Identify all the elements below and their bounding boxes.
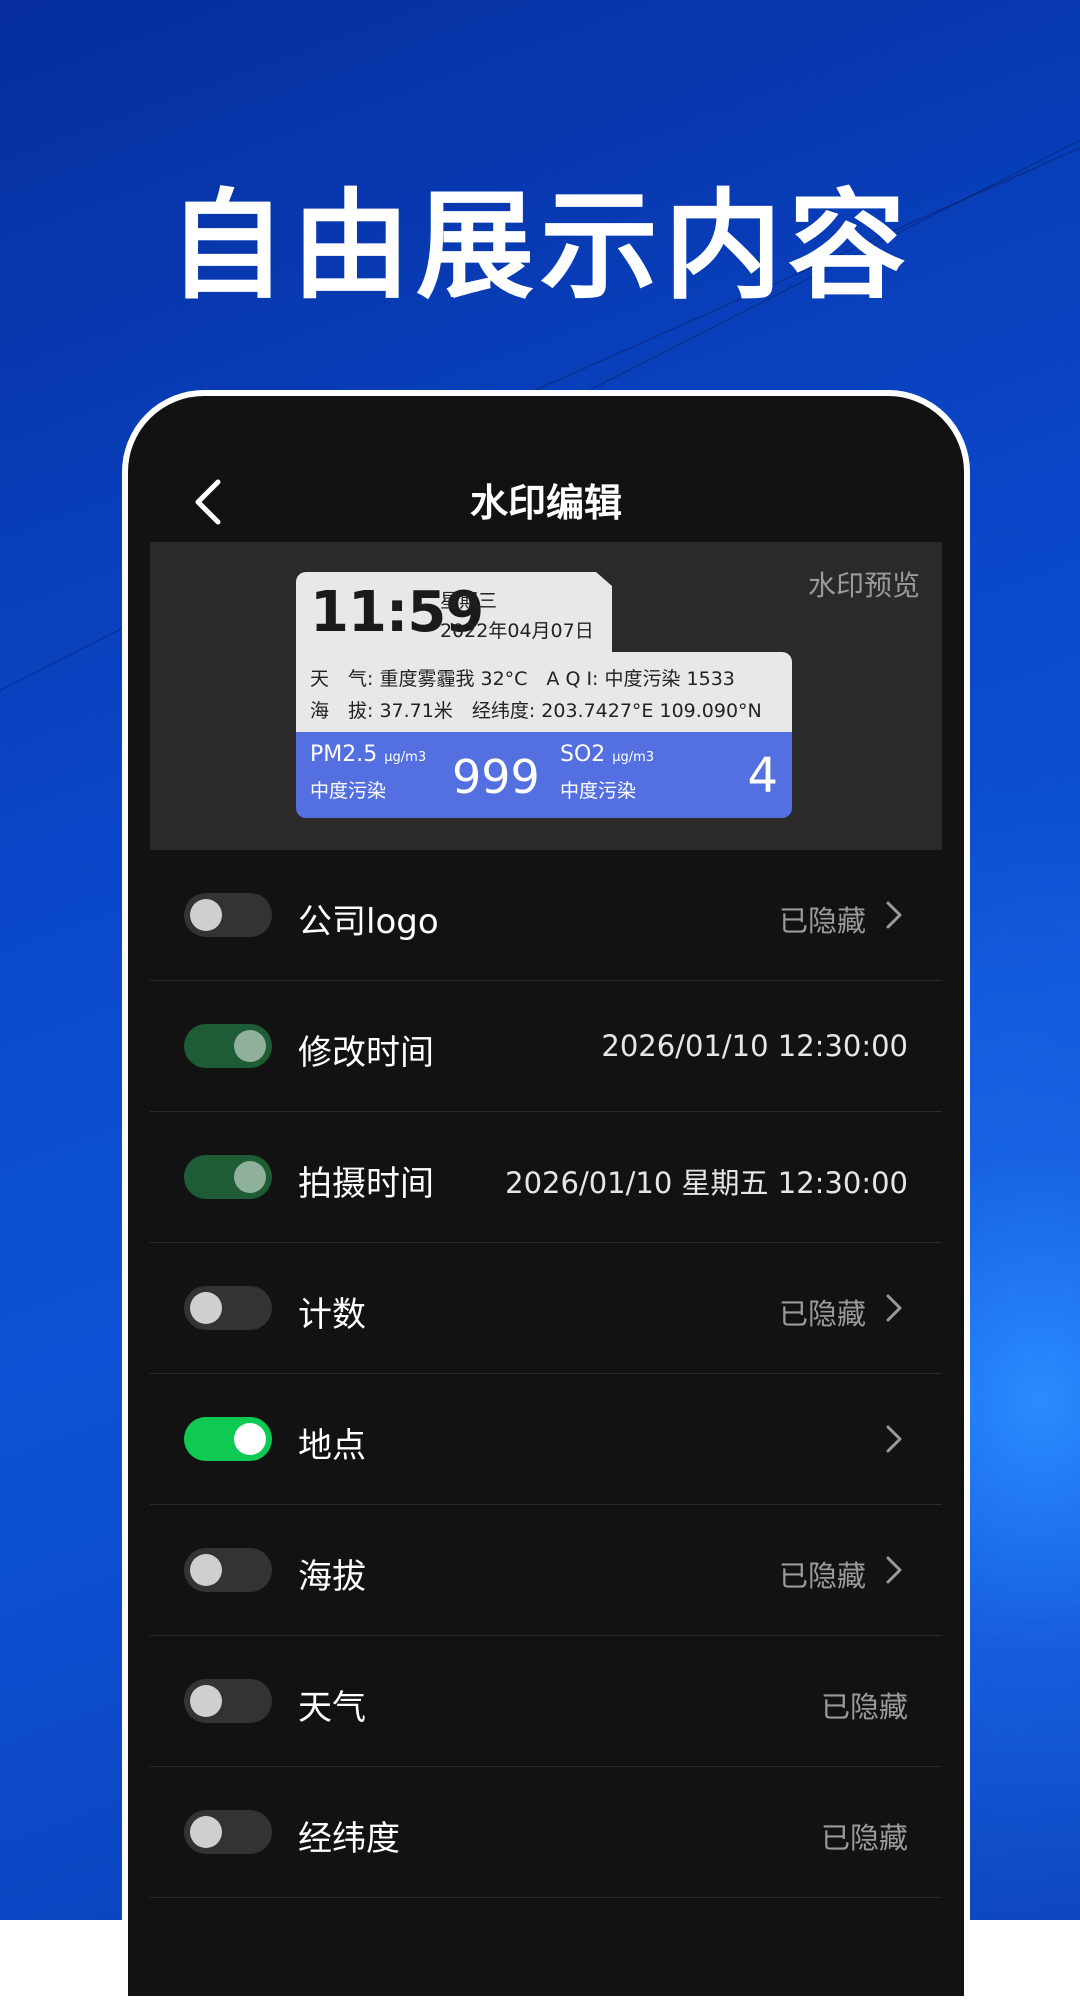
headline: 自由展示内容: [167, 177, 912, 315]
setting-label: 修改时间: [298, 1033, 434, 1073]
pm25-value: 999: [452, 750, 540, 804]
watermark-weekday: 星期三: [440, 590, 498, 612]
so2-label: SO2 μg/m3: [560, 742, 654, 767]
nav-bar: 水印编辑: [128, 396, 964, 542]
preview-label: 水印预览: [807, 569, 920, 602]
chevron-right-icon[interactable]: [884, 1293, 904, 1323]
setting-label: 地点: [298, 1426, 366, 1466]
setting-row-altitude[interactable]: 海拔 已隐藏: [150, 1505, 942, 1636]
chevron-right-icon[interactable]: [884, 900, 904, 930]
setting-value: 已隐藏: [778, 904, 866, 938]
setting-row-count[interactable]: 计数 已隐藏: [150, 1243, 942, 1374]
pm25-unit: μg/m3: [384, 750, 427, 765]
toggle-switch[interactable]: [184, 1679, 272, 1723]
toggle-knob: [234, 1423, 266, 1455]
toggle-knob: [190, 1685, 222, 1717]
setting-value: 2026/01/10 星期五 12:30:00: [505, 1166, 908, 1200]
pm25-name: PM2.5: [310, 742, 378, 767]
watermark-weather-line: 天 气: 重度雾霾我 32°C A Q I: 中度污染 1533: [310, 668, 735, 690]
setting-label: 公司logo: [298, 902, 439, 942]
chevron-right-icon[interactable]: [884, 1424, 904, 1454]
toggle-switch[interactable]: [184, 1155, 272, 1199]
toggle-knob: [190, 1292, 222, 1324]
setting-value: 已隐藏: [820, 1690, 908, 1724]
toggle-switch[interactable]: [184, 1024, 272, 1068]
watermark-date: 2022年04月07日: [440, 620, 594, 642]
setting-row-company-logo[interactable]: 公司logo 已隐藏: [150, 850, 942, 981]
so2-name: SO2: [560, 742, 606, 767]
so2-unit: μg/m3: [612, 750, 655, 765]
setting-row-coordinates[interactable]: 经纬度 已隐藏: [150, 1767, 942, 1898]
setting-row-weather[interactable]: 天气 已隐藏: [150, 1636, 942, 1767]
setting-label: 拍摄时间: [298, 1164, 434, 1204]
toggle-switch[interactable]: [184, 1286, 272, 1330]
toggle-knob: [234, 1030, 266, 1062]
phone-frame: 水印编辑 水印预览 11:59 星期三 2022年04月07日 天 气: 重度雾…: [122, 390, 970, 2002]
page-title: 水印编辑: [469, 481, 622, 525]
chevron-right-icon[interactable]: [884, 1555, 904, 1585]
so2-value: 4: [747, 748, 778, 804]
settings-list: 公司logo 已隐藏 修改时间 2026/01/10 12:30:00 拍摄时间…: [150, 850, 942, 1898]
setting-value: 已隐藏: [778, 1559, 866, 1593]
watermark-card[interactable]: 11:59 星期三 2022年04月07日 天 气: 重度雾霾我 32°C A …: [296, 572, 792, 818]
toggle-knob: [190, 899, 222, 931]
toggle-switch[interactable]: [184, 1548, 272, 1592]
setting-label: 天气: [298, 1688, 366, 1728]
setting-value: 已隐藏: [820, 1821, 908, 1855]
setting-row-shoot-time[interactable]: 拍摄时间 2026/01/10 星期五 12:30:00: [150, 1112, 942, 1243]
toggle-knob: [190, 1554, 222, 1586]
toggle-switch[interactable]: [184, 893, 272, 937]
setting-label: 计数: [298, 1295, 366, 1335]
pm25-level: 中度污染: [310, 780, 387, 802]
toggle-knob: [190, 1816, 222, 1848]
watermark-altitude-line: 海 拔: 37.71米 经纬度: 203.7427°E 109.090°N: [310, 700, 762, 722]
setting-value: 2026/01/10 12:30:00: [601, 1029, 908, 1063]
setting-label: 经纬度: [298, 1819, 400, 1859]
setting-label: 海拔: [298, 1557, 366, 1597]
setting-row-location[interactable]: 地点: [150, 1374, 942, 1505]
toggle-switch[interactable]: [184, 1810, 272, 1854]
toggle-knob: [234, 1161, 266, 1193]
setting-value: 已隐藏: [778, 1297, 866, 1331]
watermark-preview: 水印预览 11:59 星期三 2022年04月07日 天 气: 重度雾霾我 32…: [150, 542, 942, 850]
pm25-label: PM2.5 μg/m3: [310, 742, 426, 767]
toggle-switch[interactable]: [184, 1417, 272, 1461]
so2-level: 中度污染: [560, 780, 637, 802]
setting-row-modify-time[interactable]: 修改时间 2026/01/10 12:30:00: [150, 981, 942, 1112]
